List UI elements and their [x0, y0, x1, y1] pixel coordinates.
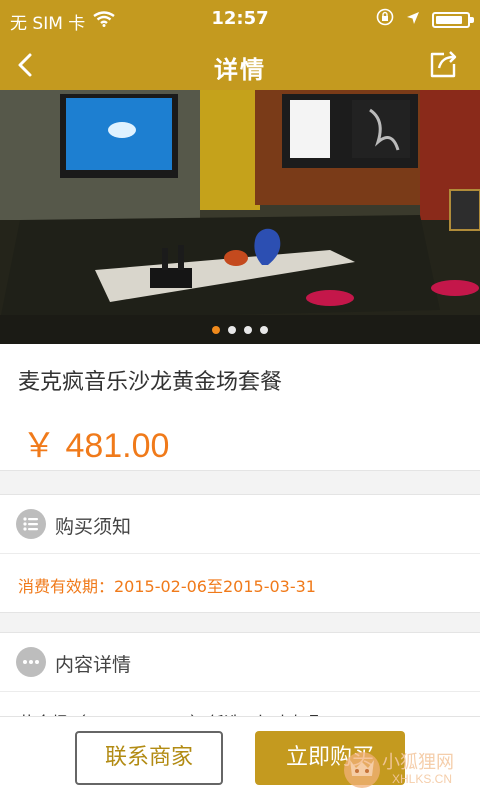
karaoke-room-photo: [0, 90, 480, 344]
status-bar: 无 SIM 卡 12:57: [0, 0, 480, 40]
nav-bar: 详情: [0, 40, 480, 90]
orientation-lock-icon: [376, 8, 394, 31]
content-details-section: 内容详情 黄金场（18:00-22:00）任选3小时欢唱: [0, 632, 480, 717]
purchase-notice-title: 购买须知: [55, 516, 132, 538]
carousel-dot[interactable]: [212, 326, 220, 334]
location-arrow-icon: [406, 10, 420, 30]
validity-text: 消费有效期：2015-02-06至2015-03-31: [18, 577, 316, 596]
product-title: 麦克疯音乐沙龙黄金场套餐: [18, 370, 283, 395]
page-title: 详情: [214, 56, 266, 84]
image-carousel[interactable]: [0, 90, 480, 344]
purchase-notice-section: 购买须知 消费有效期：2015-02-06至2015-03-31: [0, 494, 480, 613]
carousel-dot[interactable]: [260, 326, 268, 334]
share-button[interactable]: [424, 46, 462, 84]
watermark-url: XHLKS.CN: [392, 772, 453, 786]
product-price: ￥ 481.00: [22, 427, 170, 465]
more-dots-icon: [16, 647, 46, 677]
content-details-title: 内容详情: [55, 654, 132, 676]
watermark-text: 小狐狸网: [382, 752, 454, 773]
product-info: 麦克疯音乐沙龙黄金场套餐 ￥ 481.00: [0, 344, 480, 471]
battery-icon: [432, 11, 474, 28]
share-icon: [430, 51, 457, 78]
validity-row: 消费有效期：2015-02-06至2015-03-31: [0, 554, 480, 612]
contact-merchant-button[interactable]: 联系商家: [75, 731, 223, 785]
content-details-header: 内容详情: [0, 633, 480, 692]
carousel-dot[interactable]: [228, 326, 236, 334]
purchase-notice-header: 购买须知: [0, 495, 480, 554]
list-icon: [16, 509, 46, 539]
status-right: [376, 8, 474, 31]
carousel-dot[interactable]: [244, 326, 252, 334]
carousel-indicator: [0, 326, 480, 334]
